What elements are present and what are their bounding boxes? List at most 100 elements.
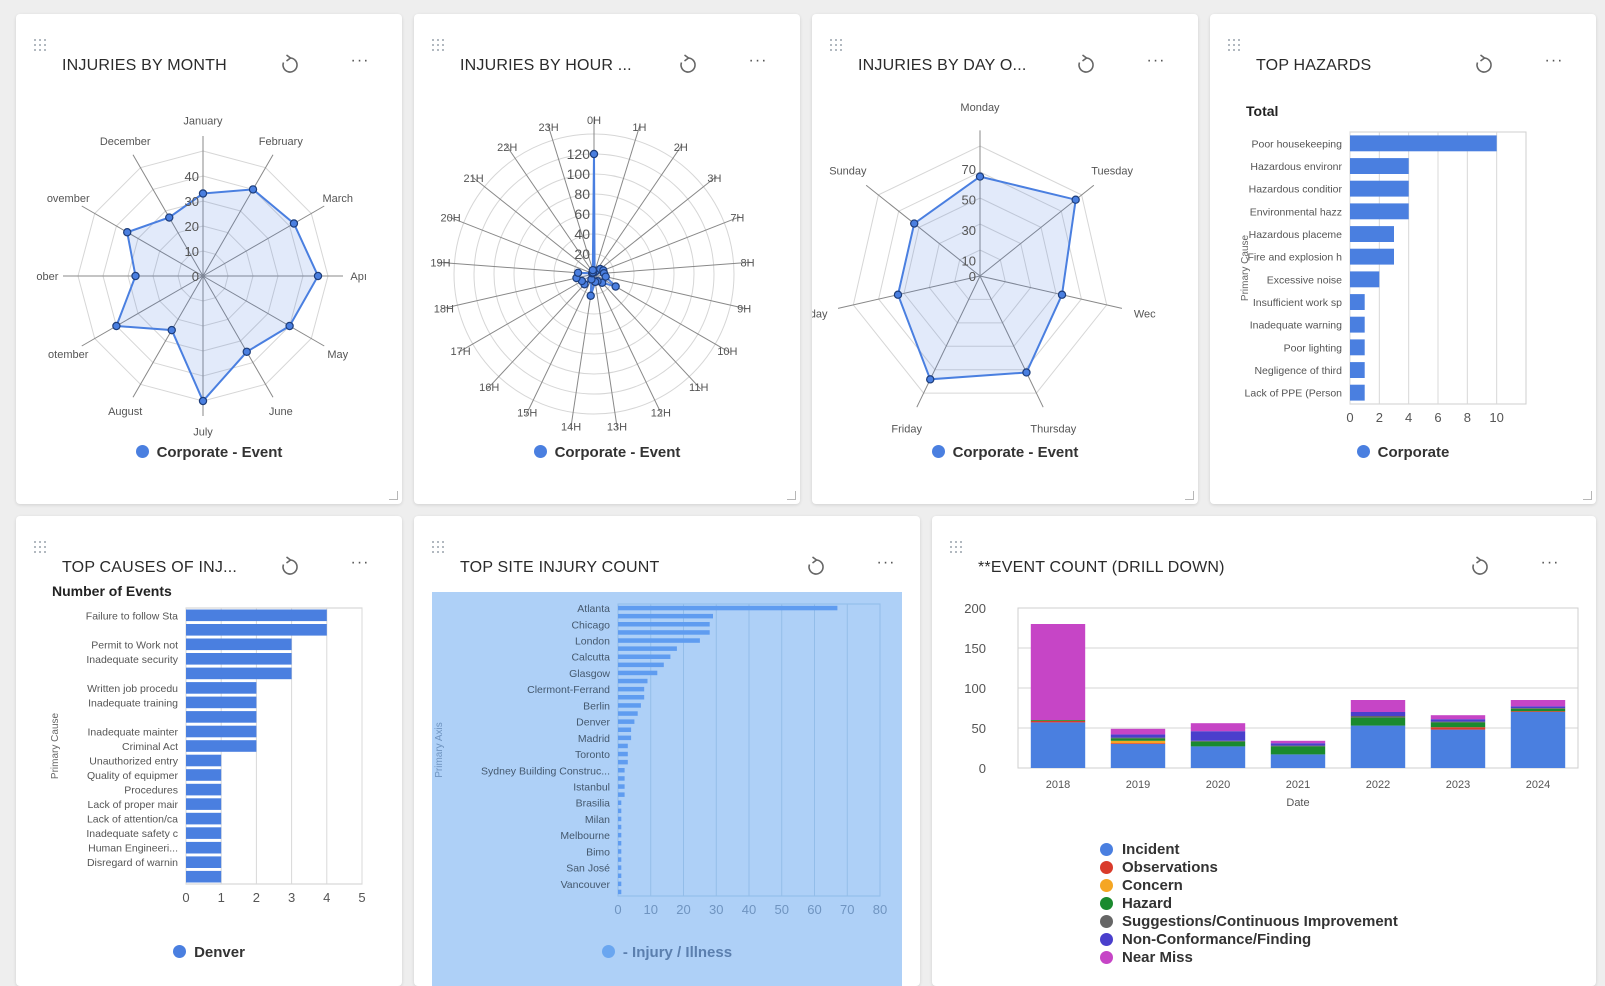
more-options-icon[interactable]: ··· — [346, 554, 374, 574]
y-axis-label: Primary Cause — [1240, 235, 1251, 302]
bar-segment — [1030, 720, 1086, 723]
bar — [618, 646, 677, 651]
refresh-icon[interactable] — [1470, 556, 1490, 578]
bar — [618, 816, 622, 822]
bar-segment — [1030, 722, 1086, 768]
bar-segment — [1110, 737, 1166, 739]
resize-handle-icon[interactable] — [1583, 491, 1592, 500]
category-label: Environmental hazz — [1250, 206, 1342, 218]
x-tick-label: 10 — [1489, 410, 1503, 425]
legend-item[interactable]: Concern — [1100, 877, 1398, 895]
radial-tick-label: 50 — [962, 193, 976, 208]
drag-handle-icon[interactable] — [1228, 39, 1242, 55]
resize-handle-icon[interactable] — [787, 491, 796, 500]
grid-spoke — [593, 216, 741, 275]
refresh-icon[interactable] — [806, 556, 826, 578]
category-label: Failure to follow Sta — [86, 610, 178, 622]
card-title: INJURIES BY MONTH — [62, 57, 227, 74]
bar-chart-sites: 0 10 20 30 40 50 60 70 80 Atlanta Chicago London Cal… — [434, 603, 887, 917]
y-axis-label: Primary Axis — [434, 722, 445, 778]
legend-label: Corporate - Event — [156, 444, 283, 461]
bar — [186, 812, 222, 825]
bar — [1350, 271, 1380, 288]
bar — [1350, 203, 1409, 220]
category-label: 16H — [479, 382, 499, 394]
category-label: 7H — [730, 213, 744, 225]
category-label: Milan — [585, 814, 610, 826]
more-options-icon[interactable]: ··· — [1536, 554, 1564, 574]
more-options-icon[interactable]: ··· — [1540, 52, 1568, 72]
refresh-icon[interactable] — [1076, 54, 1096, 76]
category-label: Thursday — [1030, 423, 1076, 435]
drag-handle-icon[interactable] — [830, 39, 844, 55]
bar-segment — [1190, 731, 1246, 741]
legend-dot — [533, 445, 547, 458]
x-tick-label: 2021 — [1286, 779, 1310, 791]
drag-handle-icon[interactable] — [432, 39, 446, 55]
legend-label: Concern — [1122, 877, 1183, 894]
more-options-icon[interactable]: ··· — [1142, 52, 1170, 72]
legend-item[interactable]: Hazard — [1100, 895, 1398, 913]
category-label: Fire and explosion h — [1247, 252, 1342, 264]
refresh-icon[interactable] — [678, 54, 698, 76]
more-options-icon[interactable]: ··· — [872, 554, 900, 574]
bar — [186, 624, 327, 636]
bar — [186, 754, 222, 767]
category-label: Disregard of warnin — [87, 857, 178, 869]
bar-segment — [1350, 717, 1406, 726]
bar — [186, 827, 222, 839]
category-label: Brasilia — [576, 798, 611, 810]
bar — [618, 735, 632, 741]
radial-tick-label: 10 — [962, 254, 976, 269]
bar — [618, 711, 638, 716]
refresh-icon[interactable] — [280, 556, 300, 578]
drag-handle-icon[interactable] — [432, 541, 446, 557]
y-tick-label: 50 — [972, 721, 986, 736]
category-label: 10H — [717, 346, 737, 358]
bar — [618, 638, 700, 643]
chart-legend[interactable]: Corporate - Event — [414, 444, 800, 461]
bar — [618, 768, 625, 773]
grid-spoke — [441, 273, 595, 310]
refresh-icon[interactable] — [1474, 54, 1494, 76]
resize-handle-icon[interactable] — [389, 491, 398, 500]
drag-handle-icon[interactable] — [950, 541, 964, 557]
refresh-icon[interactable] — [280, 54, 300, 76]
bar — [618, 751, 628, 757]
category-label: January — [183, 115, 223, 127]
category-label: Wec — [1134, 309, 1156, 321]
chart-legend[interactable]: Denver — [16, 944, 402, 961]
more-options-icon[interactable]: ··· — [744, 52, 772, 72]
chart-legend[interactable]: Corporate - Event — [16, 444, 402, 461]
legend-dot — [601, 945, 615, 958]
category-label: Criminal Act — [122, 741, 178, 753]
category-label: 9H — [737, 303, 751, 315]
radial-tick-label: 20 — [574, 246, 590, 262]
category-label: Calcutta — [571, 652, 610, 664]
legend-item[interactable]: Incident — [1100, 841, 1398, 859]
category-label: Negligence of third — [1254, 365, 1342, 377]
category-label: Vancouver — [561, 879, 611, 891]
legend-item[interactable]: Near Miss — [1100, 949, 1398, 967]
legend-item[interactable]: Observations — [1100, 859, 1398, 877]
category-label: Hazardous environr — [1250, 161, 1342, 173]
chart-legend[interactable]: Corporate - Event — [812, 444, 1198, 461]
chart-legend[interactable]: - Injury / Illness — [414, 944, 920, 961]
legend-item[interactable]: Non-Conformance/Finding — [1100, 931, 1398, 949]
bar-segment — [1350, 712, 1406, 716]
bar — [618, 889, 622, 895]
data-point — [289, 219, 299, 228]
bar-segment — [1110, 734, 1166, 738]
legend-item[interactable]: Suggestions/Continuous Improvement — [1100, 913, 1398, 931]
drag-handle-icon[interactable] — [34, 541, 48, 557]
bar-segment — [1190, 741, 1246, 747]
resize-handle-icon[interactable] — [1185, 491, 1194, 500]
category-label: Permit to Work not — [91, 639, 178, 651]
drag-handle-icon[interactable] — [34, 39, 48, 55]
bar-segment — [1510, 711, 1566, 712]
bar-segment — [1350, 725, 1406, 768]
legend-label: Non-Conformance/Finding — [1122, 931, 1312, 948]
bar-segment — [1430, 729, 1486, 768]
chart-legend[interactable]: Corporate — [1210, 444, 1596, 461]
more-options-icon[interactable]: ··· — [346, 52, 374, 72]
